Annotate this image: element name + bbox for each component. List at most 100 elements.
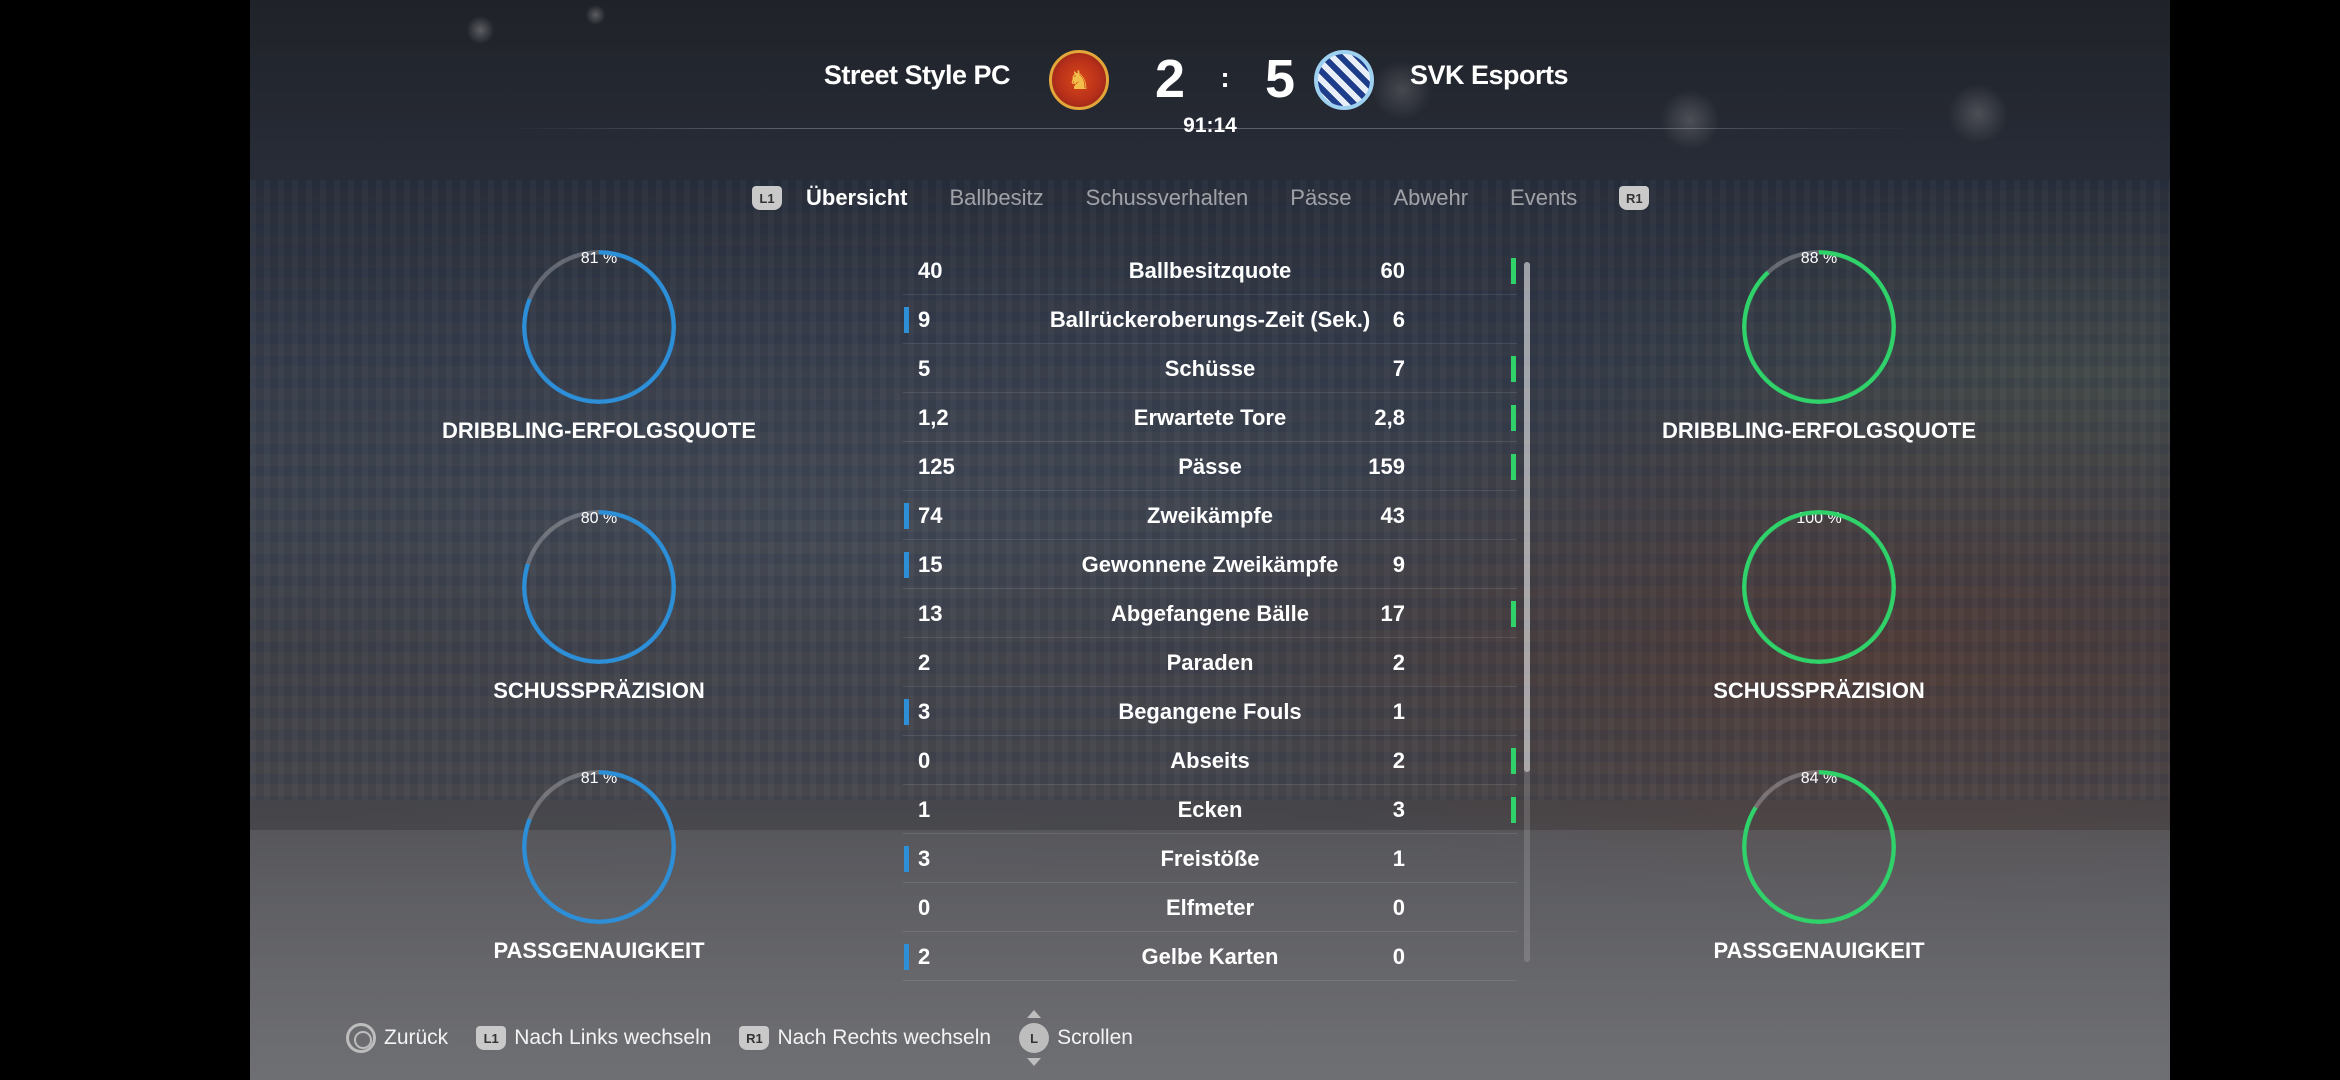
header-divider <box>500 128 1920 129</box>
away-value: 0 <box>1392 944 1405 969</box>
away-value: 1 <box>1392 846 1405 871</box>
away-lead-bar <box>1511 601 1516 627</box>
home-ring-shot-accuracy: 80 % SCHUSSPRÄZISION <box>429 510 769 704</box>
away-lead-bar <box>1511 748 1516 774</box>
away-value: 9 <box>1392 552 1405 577</box>
stat-label: Ballbesitzquote <box>1128 258 1292 283</box>
scrollbar-thumb[interactable] <box>1524 262 1530 772</box>
scroll-label: Scrollen <box>1057 1026 1133 1049</box>
stats-scrollbar[interactable] <box>1524 262 1530 962</box>
away-team-name: SVK Esports <box>1410 60 1569 90</box>
stick-button: L <box>1019 1023 1050 1053</box>
l1-button-icon[interactable]: L1 <box>752 186 782 210</box>
stat-row: 2 Paraden 2 <box>903 638 1517 687</box>
stat-label: Elfmeter <box>1165 895 1255 920</box>
away-value: 6 <box>1392 307 1405 332</box>
away-value: 2 <box>1392 748 1405 773</box>
away-value: 43 <box>1380 503 1405 528</box>
back-hint[interactable]: Zurück <box>346 1023 448 1053</box>
stat-label: Zweikämpfe <box>1147 503 1273 528</box>
stat-row: 0 Elfmeter 0 <box>903 883 1517 932</box>
away-value: 2,8 <box>1374 405 1405 430</box>
stat-label: Gewonnene Zweikämpfe <box>1081 552 1339 577</box>
away-lead-bar <box>1511 405 1516 431</box>
home-ring-dribbling: 81 % DRIBBLING-ERFOLGSQUOTE <box>429 250 769 444</box>
ring-gauge <box>1742 250 1896 404</box>
l1-button-icon: L1 <box>476 1026 507 1050</box>
match-clock: 91:14 <box>1183 114 1237 137</box>
scroll-hint[interactable]: L Scrollen <box>1019 1010 1133 1066</box>
away-value: 60 <box>1380 258 1405 283</box>
arrow-up-icon <box>1027 1010 1042 1018</box>
stat-label: Ecken <box>1177 797 1243 822</box>
ring-gauge <box>522 770 676 924</box>
stat-label: Ballrückeroberungs-Zeit (Sek.) <box>1049 307 1371 332</box>
away-value: 3 <box>1392 797 1405 822</box>
switch-right-hint[interactable]: R1 Nach Rechts wechseln <box>739 1026 991 1050</box>
away-value: 7 <box>1392 356 1405 381</box>
away-value: 0 <box>1392 895 1405 920</box>
stat-row: 13 Abgefangene Bälle 17 <box>903 589 1517 638</box>
left-stick-icon: L <box>1019 1010 1050 1066</box>
stats-tabs: L1 Übersicht Ballbesitz Schussverhalten … <box>752 178 1650 218</box>
r1-button-icon: R1 <box>739 1026 770 1050</box>
button-hints: Zurück L1 Nach Links wechseln R1 Nach Re… <box>346 1010 1161 1066</box>
ring-gauge <box>1742 510 1896 664</box>
stat-label: Abseits <box>1170 748 1250 773</box>
tab-abwehr[interactable]: Abwehr <box>1393 185 1468 211</box>
ring-label: SCHUSSPRÄZISION <box>1713 678 1925 703</box>
stat-label: Schüsse <box>1164 356 1256 381</box>
stat-row: 1,2 Erwartete Tore 2,8 <box>903 393 1517 442</box>
stat-row: 9 Ballrückeroberungs-Zeit (Sek.) 6 <box>903 295 1517 344</box>
scoreboard: Street Style PC ♞ 2 : 5 SVK Esports 91:1… <box>250 40 2170 150</box>
stat-row: 40 Ballbesitzquote 60 <box>903 246 1517 295</box>
ring-gauge <box>522 250 676 404</box>
stat-row: 3 Freistöße 1 <box>903 834 1517 883</box>
arrow-down-icon <box>1027 1058 1042 1066</box>
away-ring-dribbling: 88 % DRIBBLING-ERFOLGSQUOTE <box>1649 250 1989 444</box>
away-value: 159 <box>1368 454 1405 479</box>
stat-row: 3 Begangene Fouls 1 <box>903 687 1517 736</box>
switch-right-label: Nach Rechts wechseln <box>777 1026 992 1049</box>
tab-uebersicht[interactable]: Übersicht <box>806 185 907 211</box>
tab-ballbesitz[interactable]: Ballbesitz <box>949 185 1043 211</box>
stat-row: 0 Abseits 2 <box>903 736 1517 785</box>
away-lead-bar <box>1511 797 1516 823</box>
stat-row: 1 Ecken 3 <box>903 785 1517 834</box>
away-value: 1 <box>1392 699 1405 724</box>
tab-paesse[interactable]: Pässe <box>1290 185 1351 211</box>
switch-left-label: Nach Links wechseln <box>514 1026 712 1049</box>
ring-label: SCHUSSPRÄZISION <box>493 678 705 703</box>
back-label: Zurück <box>384 1026 449 1049</box>
away-value: 17 <box>1380 601 1405 626</box>
away-ring-pass-accuracy: 84 % PASSGENAUIGKEIT <box>1649 770 1989 964</box>
stat-row: 74 Zweikämpfe 43 <box>903 491 1517 540</box>
away-lead-bar <box>1511 258 1516 284</box>
stats-table[interactable]: 40 Ballbesitzquote 60 9 Ballrückeroberungs-… <box>903 246 1517 981</box>
circle-button-icon <box>346 1023 376 1053</box>
ring-label: DRIBBLING-ERFOLGSQUOTE <box>441 418 757 443</box>
r1-button-icon[interactable]: R1 <box>1619 186 1650 210</box>
score-separator: : <box>1220 62 1230 93</box>
away-lead-bar <box>1511 356 1516 382</box>
tab-events[interactable]: Events <box>1510 185 1577 211</box>
stat-label: Paraden <box>1166 650 1254 675</box>
stat-row: 5 Schüsse 7 <box>903 344 1517 393</box>
ring-label: PASSGENAUIGKEIT <box>493 938 705 963</box>
checkered-crest-icon <box>1314 50 1374 110</box>
away-value: 2 <box>1392 650 1405 675</box>
stat-label: Abgefangene Bälle <box>1110 601 1310 626</box>
stat-row: 2 Gelbe Karten 0 <box>903 932 1517 981</box>
ring-label: PASSGENAUIGKEIT <box>1713 938 1925 963</box>
stat-row: 15 Gewonnene Zweikämpfe 9 <box>903 540 1517 589</box>
tab-schussverhalten[interactable]: Schussverhalten <box>1086 185 1249 211</box>
away-score: 5 <box>1264 49 1296 109</box>
home-score: 2 <box>1154 49 1186 109</box>
switch-left-hint[interactable]: L1 Nach Links wechseln <box>476 1026 711 1050</box>
lion-crest-icon: ♞ <box>1049 50 1109 110</box>
ring-gauge <box>1742 770 1896 924</box>
stat-label: Gelbe Karten <box>1141 944 1279 969</box>
screen: Street Style PC ♞ 2 : 5 SVK Esports 91:1… <box>0 0 2340 1080</box>
stat-label: Pässe <box>1178 454 1242 479</box>
ring-label: DRIBBLING-ERFOLGSQUOTE <box>1661 418 1977 443</box>
